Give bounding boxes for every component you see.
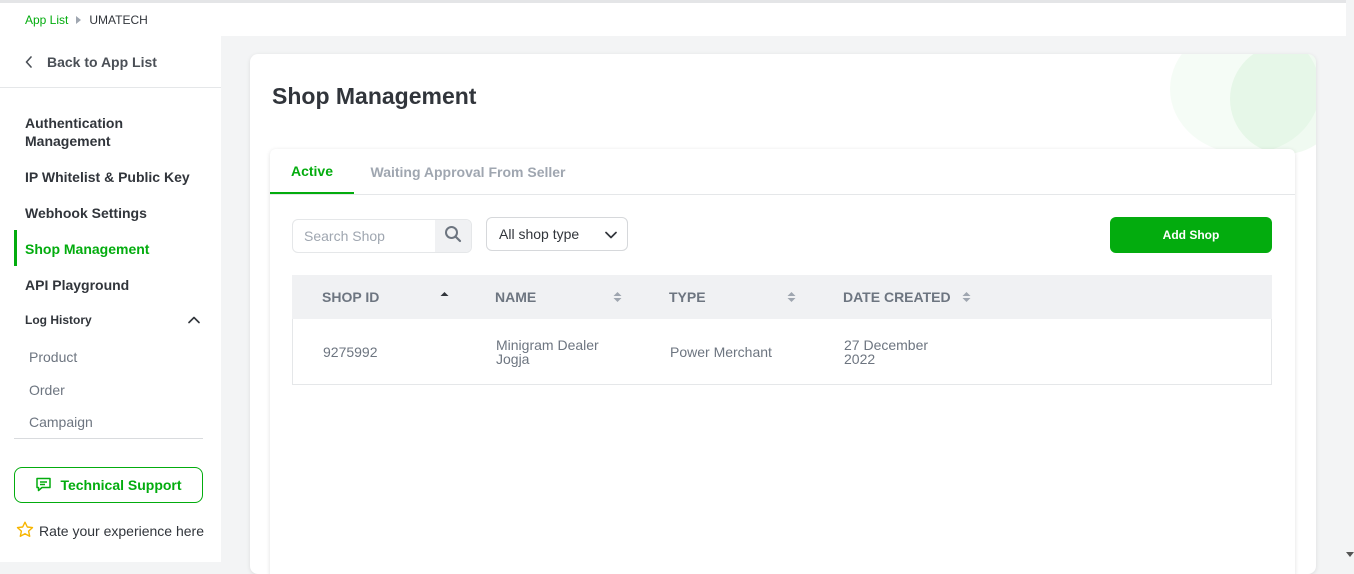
main-card: Shop Management Active Waiting Approval …	[250, 54, 1316, 574]
breadcrumb: App List UMATECH	[0, 3, 1346, 36]
star-icon	[16, 521, 34, 541]
column-date-created[interactable]: DATE CREATED	[843, 275, 951, 319]
log-history-toggle[interactable]: Log History	[25, 313, 200, 327]
scroll-down-icon[interactable]	[1346, 552, 1354, 557]
sort-icon[interactable]	[613, 291, 622, 303]
add-shop-button[interactable]: Add Shop	[1110, 217, 1272, 253]
column-type[interactable]: TYPE	[669, 275, 706, 319]
tab-waiting-approval[interactable]: Waiting Approval From Seller	[354, 149, 582, 194]
chevron-up-icon	[188, 313, 200, 327]
sidebar-divider	[14, 438, 203, 439]
cell-type: Power Merchant	[670, 344, 772, 360]
cell-name: Minigram Dealer Jogja	[496, 337, 599, 367]
scrollbar-track[interactable]	[1346, 0, 1354, 562]
search-icon	[444, 225, 462, 248]
search-button[interactable]	[435, 220, 471, 252]
column-name[interactable]: NAME	[495, 275, 536, 319]
shop-panel: Active Waiting Approval From Seller Sear…	[270, 149, 1295, 574]
sidebar-item-api-playground[interactable]: API Playground	[25, 276, 129, 294]
sidebar-subitem-campaign[interactable]: Campaign	[29, 414, 93, 430]
sidebar-item-shop-management[interactable]: Shop Management	[25, 240, 149, 258]
table-header: SHOP ID NAME TYPE DATE CREATED	[292, 275, 1272, 319]
search-shop-input[interactable]: Search Shop	[292, 219, 472, 253]
chevron-down-icon	[605, 226, 617, 242]
search-placeholder: Search Shop	[304, 228, 385, 244]
rate-label: Rate your experience here	[39, 523, 204, 539]
shop-table: SHOP ID NAME TYPE DATE CREATED 9275992 M…	[292, 275, 1272, 385]
breadcrumb-separator-icon	[76, 15, 82, 24]
tab-active[interactable]: Active	[270, 149, 354, 194]
breadcrumb-current: UMATECH	[89, 12, 148, 27]
sidebar-item-webhook[interactable]: Webhook Settings	[25, 204, 147, 222]
column-shop-id[interactable]: SHOP ID	[322, 275, 379, 319]
page-title: Shop Management	[272, 83, 477, 109]
shop-type-select[interactable]: All shop type	[486, 217, 628, 251]
chat-icon	[35, 476, 52, 495]
sidebar-subitem-product[interactable]: Product	[29, 349, 77, 365]
cell-shop-id: 9275992	[323, 344, 378, 360]
back-to-app-list-button[interactable]: Back to App List	[0, 36, 221, 88]
sort-asc-icon[interactable]	[440, 291, 449, 303]
shop-type-value: All shop type	[499, 226, 580, 242]
sort-icon[interactable]	[962, 291, 971, 303]
active-indicator	[14, 230, 17, 266]
sidebar-item-ip-whitelist[interactable]: IP Whitelist & Public Key	[25, 168, 190, 186]
sidebar: Back to App List Authentication Manageme…	[0, 36, 221, 562]
sidebar-subitem-order[interactable]: Order	[29, 382, 65, 398]
chevron-left-icon	[25, 55, 33, 68]
rate-experience-link[interactable]: Rate your experience here	[16, 521, 204, 541]
technical-support-button[interactable]: Technical Support	[14, 467, 203, 503]
cell-date-created: 27 December 2022	[844, 337, 929, 367]
log-history-label: Log History	[25, 313, 92, 327]
breadcrumb-app-list-link[interactable]: App List	[25, 13, 68, 27]
sidebar-item-authentication[interactable]: Authentication Management	[25, 114, 175, 150]
table-row: 9275992 Minigram Dealer Jogja Power Merc…	[292, 319, 1272, 385]
tab-bar: Active Waiting Approval From Seller	[270, 149, 1295, 195]
back-label: Back to App List	[47, 53, 157, 70]
sort-icon[interactable]	[787, 291, 796, 303]
technical-support-label: Technical Support	[60, 477, 182, 493]
